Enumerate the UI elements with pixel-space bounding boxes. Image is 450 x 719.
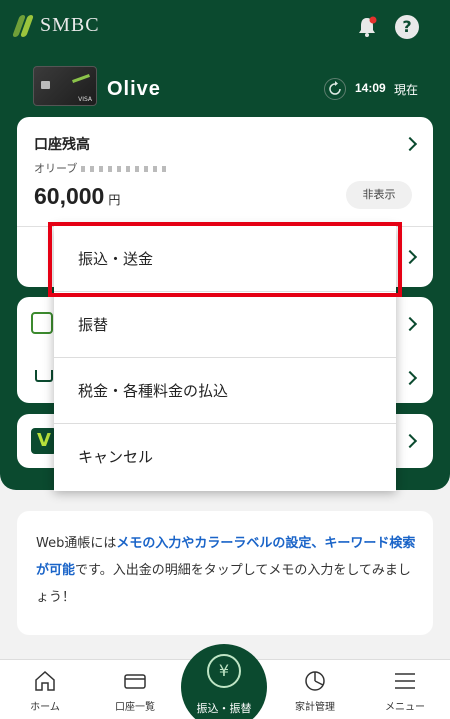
card-summary-row: VISA Olive 14:09 現在 bbox=[0, 62, 450, 108]
nav-accounts[interactable]: 口座一覧 bbox=[90, 660, 180, 719]
currency-label: 円 bbox=[108, 193, 121, 207]
account-prefix: オリーブ bbox=[34, 162, 78, 175]
info-text: Web通帳にはメモの入力やカラーラベルの設定、キーワード検索が可能です。入出金の… bbox=[36, 530, 416, 611]
update-time: 14:09 bbox=[355, 81, 386, 95]
nav-label: 口座一覧 bbox=[115, 702, 155, 713]
chevron-right-icon bbox=[402, 433, 418, 449]
nav-household[interactable]: 家計管理 bbox=[270, 660, 360, 719]
refresh-icon[interactable] bbox=[324, 78, 346, 100]
nav-menu[interactable]: メニュー bbox=[360, 660, 450, 719]
nav-label: メニュー bbox=[385, 702, 425, 713]
chevron-right-icon bbox=[402, 370, 418, 386]
card-list-icon bbox=[124, 674, 146, 689]
home-icon bbox=[35, 670, 55, 691]
pie-chart-icon bbox=[305, 671, 325, 691]
notification-bell-icon[interactable] bbox=[356, 16, 378, 38]
nav-home[interactable]: ホーム bbox=[0, 660, 90, 719]
shortcut-icon bbox=[31, 312, 53, 334]
card-brand-label: VISA bbox=[78, 96, 92, 103]
nav-label: 家計管理 bbox=[295, 702, 335, 713]
web-passbook-info-card: Web通帳にはメモの入力やカラーラベルの設定、キーワード検索が可能です。入出金の… bbox=[17, 511, 433, 635]
now-label: 現在 bbox=[394, 83, 419, 97]
center-button-label: 振込・振替 bbox=[196, 702, 252, 715]
logo-text: SMBC bbox=[40, 14, 100, 36]
balance-value: 60,000 bbox=[34, 183, 105, 209]
basket-icon bbox=[35, 370, 53, 382]
smbc-leaf-icon bbox=[11, 14, 35, 37]
info-text-part: です。入出金の明細をタップしてメモの入力をしてみましょう！ bbox=[36, 563, 411, 605]
card-name: Olive bbox=[107, 78, 161, 100]
menu-item-tax-payment[interactable]: 税金・各種料金の払込 bbox=[54, 358, 396, 424]
info-text-part: Web通帳には bbox=[36, 536, 117, 551]
chevron-right-icon bbox=[402, 249, 418, 265]
masked-account-number bbox=[81, 166, 172, 172]
smbc-logo: SMBC bbox=[11, 14, 100, 37]
selection-highlight bbox=[48, 222, 402, 297]
menu-item-cancel[interactable]: キャンセル bbox=[54, 424, 396, 490]
transfer-center-button[interactable]: ¥ 振込・振替 bbox=[181, 644, 267, 719]
balance-title: 口座残高 bbox=[34, 137, 90, 153]
hamburger-menu-icon bbox=[395, 673, 415, 689]
balance-amount: 60,000 円 bbox=[34, 183, 120, 210]
chevron-right-icon bbox=[402, 136, 418, 152]
hide-balance-button[interactable]: 非表示 bbox=[346, 181, 412, 209]
account-number: オリーブ bbox=[34, 160, 172, 176]
chevron-right-icon bbox=[402, 316, 418, 332]
yen-transfer-icon: ¥ bbox=[207, 654, 241, 688]
olive-card-image: VISA bbox=[33, 66, 97, 106]
nav-label: ホーム bbox=[30, 702, 60, 713]
top-bar: SMBC ? bbox=[0, 0, 450, 52]
help-icon[interactable]: ? bbox=[395, 15, 419, 39]
menu-item-account-transfer[interactable]: 振替 bbox=[54, 292, 396, 358]
